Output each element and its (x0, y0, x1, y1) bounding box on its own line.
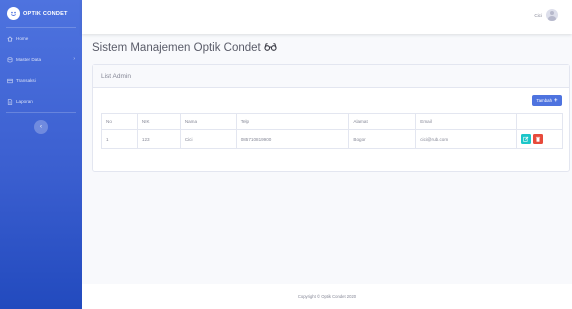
edit-button[interactable] (521, 134, 532, 144)
admin-list-card: List Admin Tambah + No NIK Nama Telp Ala… (92, 64, 570, 172)
chevron-left-icon: ‹ (40, 124, 42, 130)
column-header-telp: Telp (235, 113, 350, 130)
add-button-label: Tambah (536, 98, 553, 103)
table-header-row: No NIK Nama Telp Alamat Email (101, 113, 563, 130)
smile-icon (7, 7, 20, 20)
database-icon (7, 56, 13, 63)
cell-actions (516, 129, 563, 149)
column-header-alamat: Alamat (348, 113, 417, 130)
column-header-no: No (101, 113, 138, 130)
cell-nik: 123 (136, 129, 181, 149)
sidebar-divider (6, 112, 76, 113)
column-header-email: Email (415, 113, 518, 130)
user-dropdown[interactable]: Cici (534, 9, 558, 21)
cell-telp: 085710819900 (235, 129, 350, 149)
avatar (546, 9, 558, 21)
sidebar-item-label: Laporan (16, 99, 33, 104)
user-name: Cici (534, 12, 542, 18)
glasses-icon (264, 42, 277, 54)
plus-icon: + (554, 97, 558, 104)
admin-table: No NIK Nama Telp Alamat Email 1 123 Cici… (101, 113, 563, 149)
sidebar-item-master-data[interactable]: Master Data › (0, 49, 82, 70)
page-title-text: Sistem Manajemen Optik Condet (92, 42, 261, 54)
sidebar-item-laporan[interactable]: Laporan (0, 91, 82, 112)
table-row: 1 123 Cici 085710819900 Bogor cici@rub.c… (101, 129, 563, 149)
delete-button[interactable] (533, 134, 544, 144)
add-admin-button[interactable]: Tambah + (532, 95, 562, 106)
column-header-actions (516, 113, 563, 130)
cell-email: cici@rub.com (415, 129, 518, 149)
home-icon (7, 35, 13, 42)
brand-name: OPTIK CONDET (23, 10, 68, 17)
card-header: List Admin (93, 65, 569, 88)
footer: Copyright © Optik Condet 2020 (82, 284, 572, 309)
card-title: List Admin (101, 72, 131, 80)
brand[interactable]: OPTIK CONDET (0, 0, 82, 27)
sidebar-item-label: Transaksi (16, 78, 36, 83)
cell-nama: Cici (179, 129, 237, 149)
report-icon (7, 98, 13, 105)
exchange-icon (7, 78, 13, 84)
sidebar-item-transaksi[interactable]: Transaksi (0, 70, 82, 91)
edit-icon (523, 136, 529, 143)
cell-alamat: Bogor (348, 129, 417, 149)
sidebar-item-label: Master Data (16, 57, 42, 62)
copyright-text: Copyright © Optik Condet 2020 (297, 294, 357, 299)
topbar: Cici (82, 0, 572, 34)
page-title: Sistem Manajemen Optik Condet (92, 42, 277, 54)
sidebar-item-label: Home (16, 36, 29, 41)
column-header-nik: NIK (136, 113, 181, 130)
column-header-nama: Nama (179, 113, 237, 130)
cell-no: 1 (101, 129, 138, 149)
chevron-right-icon: › (73, 56, 75, 62)
trash-icon (535, 136, 541, 143)
sidebar: OPTIK CONDET Home Master Data › Transaks… (0, 0, 82, 309)
sidebar-toggle-button[interactable]: ‹ (34, 120, 48, 134)
sidebar-item-home[interactable]: Home (0, 28, 82, 49)
